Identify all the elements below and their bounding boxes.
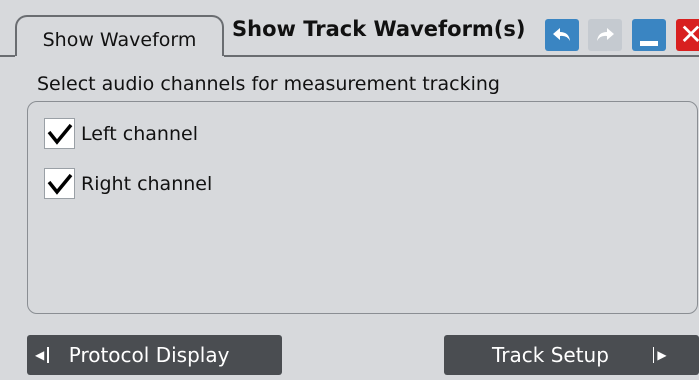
arrow-right-icon: ▶ — [657, 348, 667, 362]
left-channel-checkbox[interactable] — [44, 118, 75, 149]
minimize-button[interactable] — [632, 19, 666, 51]
track-setup-button[interactable]: Track Setup ▶ — [444, 335, 699, 375]
next-label: Track Setup — [492, 343, 609, 367]
checkmark-icon — [47, 123, 72, 145]
separator-bar — [652, 347, 655, 363]
undo-button[interactable] — [545, 19, 579, 51]
redo-button[interactable] — [588, 19, 622, 51]
close-icon: ✕ — [679, 18, 699, 51]
close-button[interactable]: ✕ — [676, 19, 699, 51]
dialog-title: Show Track Waveform(s) — [232, 17, 526, 41]
section-label: Select audio channels for measurement tr… — [37, 73, 500, 95]
tab-show-waveform[interactable]: Show Waveform — [15, 15, 224, 60]
arrow-left-icon: ◀ — [35, 348, 45, 362]
tab-strip: Show Waveform Show Track Waveform(s) ✕ — [0, 0, 699, 60]
right-channel-label: Right channel — [81, 172, 213, 195]
prev-label: Protocol Display — [68, 343, 230, 367]
right-channel-option[interactable]: Right channel — [44, 168, 212, 199]
checkmark-icon — [47, 173, 72, 195]
minimize-icon — [640, 40, 658, 46]
undo-icon — [553, 28, 570, 41]
left-channel-label: Left channel — [81, 122, 198, 145]
tab-label: Show Waveform — [42, 29, 197, 51]
left-channel-option[interactable]: Left channel — [44, 118, 198, 149]
separator-bar — [47, 347, 49, 363]
right-channel-checkbox[interactable] — [44, 168, 75, 199]
protocol-display-button[interactable]: ◀ Protocol Display — [27, 335, 282, 375]
redo-icon — [597, 28, 614, 41]
